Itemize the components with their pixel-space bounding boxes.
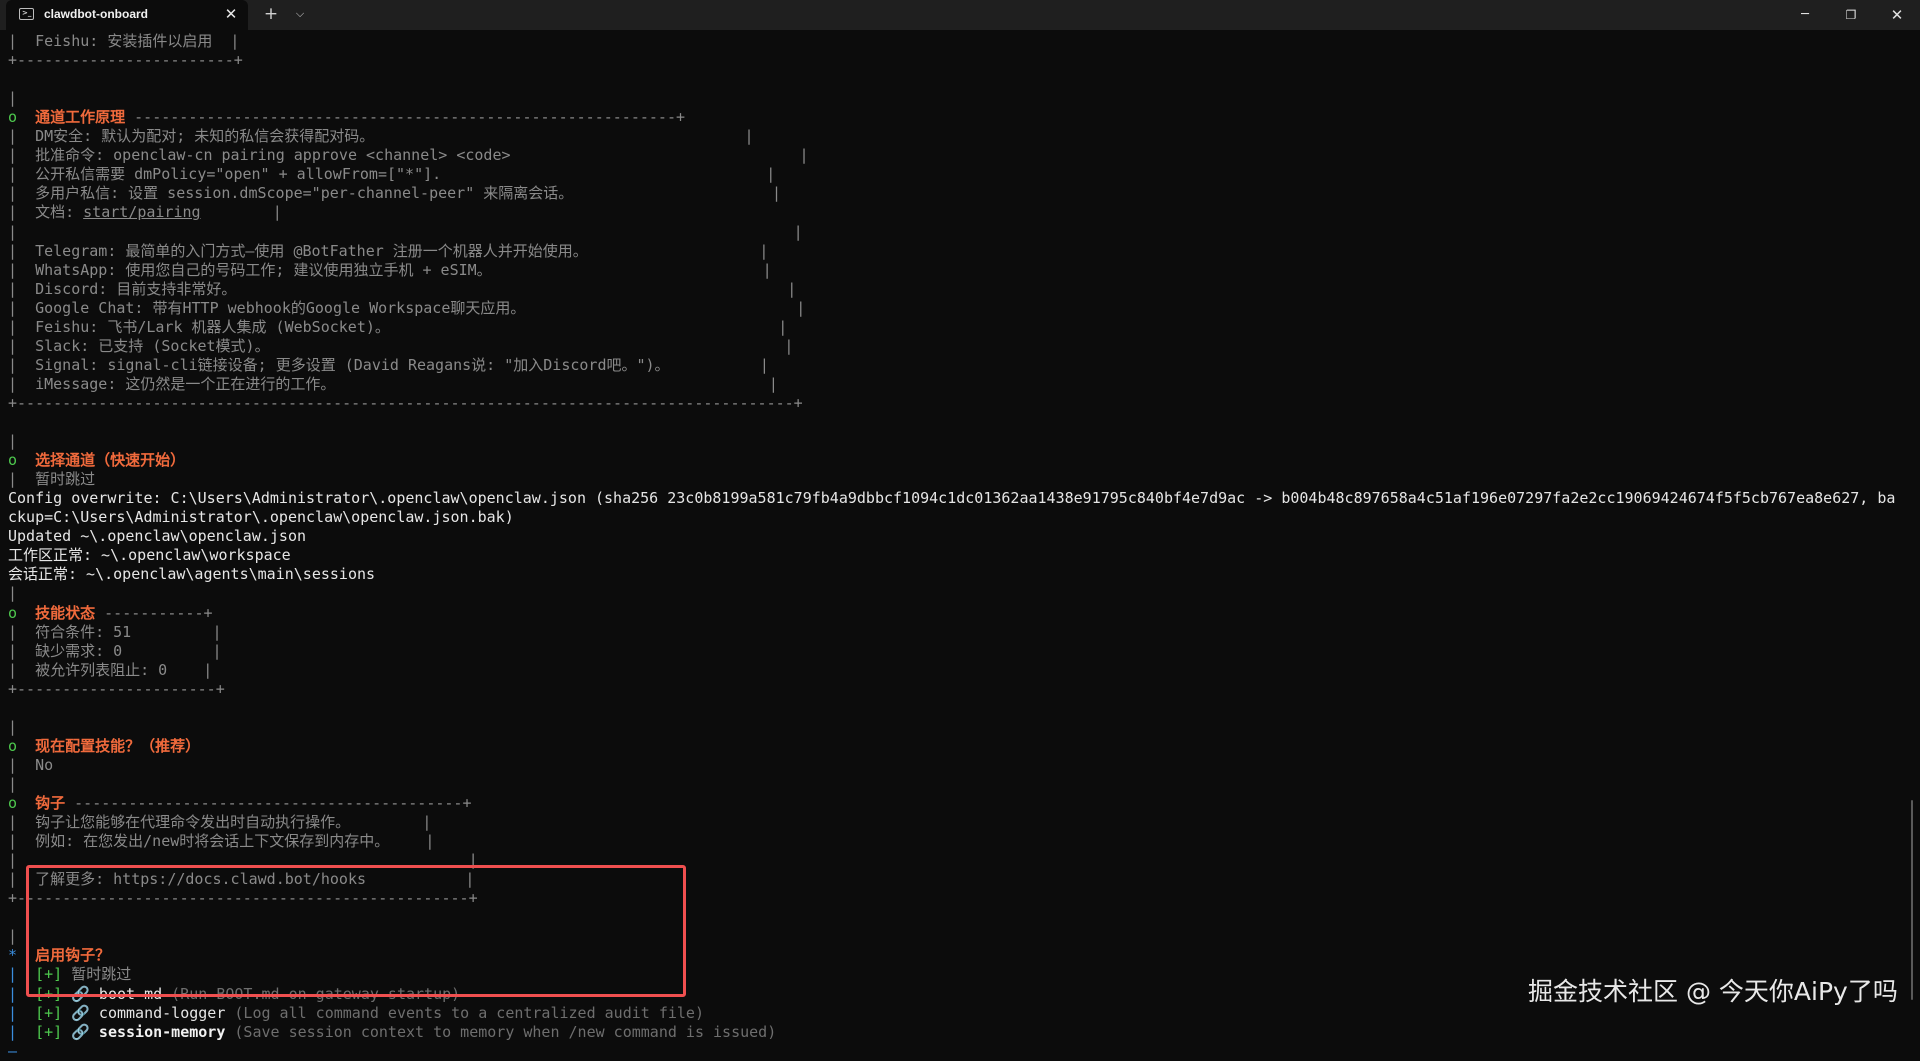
terminal-line: 工作区正常: ~\.openclaw\workspace (8, 546, 291, 565)
terminal-segment: 选择通道（快速开始） (35, 451, 186, 470)
terminal-line: o 现在配置技能？（推荐） (8, 737, 200, 756)
terminal-segment: start/pairing (83, 203, 201, 222)
terminal-line: +----------------------+ (8, 679, 225, 698)
terminal-icon: >_ (19, 8, 34, 20)
terminal-line: | 公开私信需要 dmPolicy="open" + allowFrom=["*… (8, 165, 776, 184)
maximize-button[interactable]: ❐ (1828, 0, 1874, 30)
terminal-segment: o (8, 794, 36, 812)
terminal-line: | [+] 🔗 command-logger (Log all command … (8, 1004, 704, 1023)
terminal-segment: [+] (35, 1003, 63, 1022)
terminal-line: | (8, 927, 18, 946)
terminal-line: | Google Chat: 带有HTTP webhook的Google Wor… (8, 298, 806, 317)
minimize-button[interactable]: ─ (1782, 0, 1828, 30)
terminal-line: | 钩子让您能够在代理命令发出时自动执行操作。 | (8, 813, 432, 832)
terminal-line: | Feishu: 安装插件以启用 | (8, 32, 240, 50)
terminal-line: | Feishu: 飞书/Lark 机器人集成 (WebSocket)。 | (8, 317, 788, 336)
terminal-line: | (8, 774, 18, 793)
terminal-line: | 缺少需求: 0 | (8, 641, 222, 660)
terminal-segment: ----------------------------------------… (125, 108, 686, 127)
terminal-segment: 通道工作原理 (35, 108, 126, 127)
terminal-line: | 批准命令: openclaw-cn pairing approve <cha… (8, 146, 809, 165)
terminal-segment: | 文档: (8, 203, 84, 222)
terminal-line: ckup=C:\Users\Administrator\.openclaw\op… (8, 508, 514, 527)
terminal-line: o 选择通道（快速开始） (8, 451, 185, 470)
close-window-button[interactable]: ✕ (1874, 0, 1920, 30)
terminal-segment: 🔗 command-logger (62, 1003, 235, 1022)
highlight-box (26, 865, 686, 997)
terminal-line: o 技能状态 -----------+ (8, 604, 213, 623)
terminal-line: | DM安全: 默认为配对; 未知的私信会获得配对码。 | (8, 127, 754, 146)
terminal-line: | [+] 🔗 session-memory (Save session con… (8, 1023, 776, 1042)
terminal-line: o 钩子 -----------------------------------… (8, 794, 472, 813)
terminal-line: | | (8, 222, 803, 241)
terminal-segment: -----------+ (95, 603, 213, 622)
terminal-line: | WhatsApp: 使用您自己的号码工作; 建议使用独立手机 + eSIM。… (8, 260, 772, 279)
scrollbar[interactable] (1911, 800, 1913, 1000)
terminal-line: Updated ~\.openclaw\openclaw.json (8, 527, 307, 546)
terminal-segment: o (8, 736, 36, 755)
terminal-line: | Slack: 已支持 (Socket模式)。 | (8, 336, 794, 355)
new-tab-button[interactable]: + (260, 3, 282, 25)
title-bar: >_ clawdbot-onboard ✕ + ⌵ ─ ❐ ✕ (0, 0, 1920, 30)
terminal-segment: 现在配置技能？（推荐） (35, 736, 201, 755)
terminal-segment: | (8, 1003, 36, 1022)
terminal-segment: | (200, 203, 282, 222)
watermark: 掘金技术社区 @ 今天你AiPy了吗 (1528, 977, 1898, 1006)
terminal-line: +---------------------------------------… (8, 393, 803, 412)
terminal-line: | No (8, 755, 54, 774)
terminal-line: | (8, 432, 18, 451)
terminal-segment: (Log all command events to a centralized… (234, 1003, 704, 1022)
terminal-line: — (8, 1041, 18, 1060)
terminal-line: | 符合条件: 51 | (8, 622, 222, 641)
terminal-line: | Signal: signal-cli链接设备; 更多设置 (David Re… (8, 355, 769, 374)
terminal-segment: o (8, 603, 36, 622)
tab-title: clawdbot-onboard (44, 7, 148, 21)
terminal-segment: 钩子 (35, 794, 66, 812)
terminal-segment: o (8, 108, 36, 127)
terminal-line: | 被允许列表阻止: 0 | (8, 660, 213, 679)
terminal-line: | iMessage: 这仍然是一个正在进行的工作。 | (8, 374, 778, 393)
terminal-line: | (8, 717, 18, 736)
terminal-line: | 文档: start/pairing | (8, 203, 282, 222)
chevron-down-icon[interactable]: ⌵ (289, 3, 311, 25)
terminal-line: | 例如: 在您发出/new时将会话上下文保存到内存中。 | (8, 832, 435, 851)
terminal-segment: o (8, 451, 36, 470)
terminal-line: 会话正常: ~\.openclaw\agents\main\sessions (8, 565, 376, 584)
terminal-segment: ----------------------------------------… (65, 794, 472, 812)
terminal-line: | 多用户私信: 设置 session.dmScope="per-channel… (8, 184, 781, 203)
terminal-line: o 通道工作原理 -------------------------------… (8, 108, 685, 127)
terminal-line: | Telegram: 最简单的入门方式—使用 @BotFather 注册一个机… (8, 241, 769, 260)
terminal-line: | (8, 584, 18, 603)
terminal-line: | (8, 89, 18, 108)
terminal-line: Config overwrite: C:\Users\Administrator… (8, 489, 1896, 508)
tab-clawdbot-onboard[interactable]: >_ clawdbot-onboard ✕ (6, 0, 248, 30)
close-tab-icon[interactable]: ✕ (221, 4, 241, 24)
terminal-segment: 技能状态 (35, 603, 96, 622)
terminal-line: | 暂时跳过 (8, 470, 96, 489)
terminal-line: +------------------------+ (8, 51, 243, 70)
terminal-line: | Discord: 目前支持非常好。 | (8, 279, 797, 298)
